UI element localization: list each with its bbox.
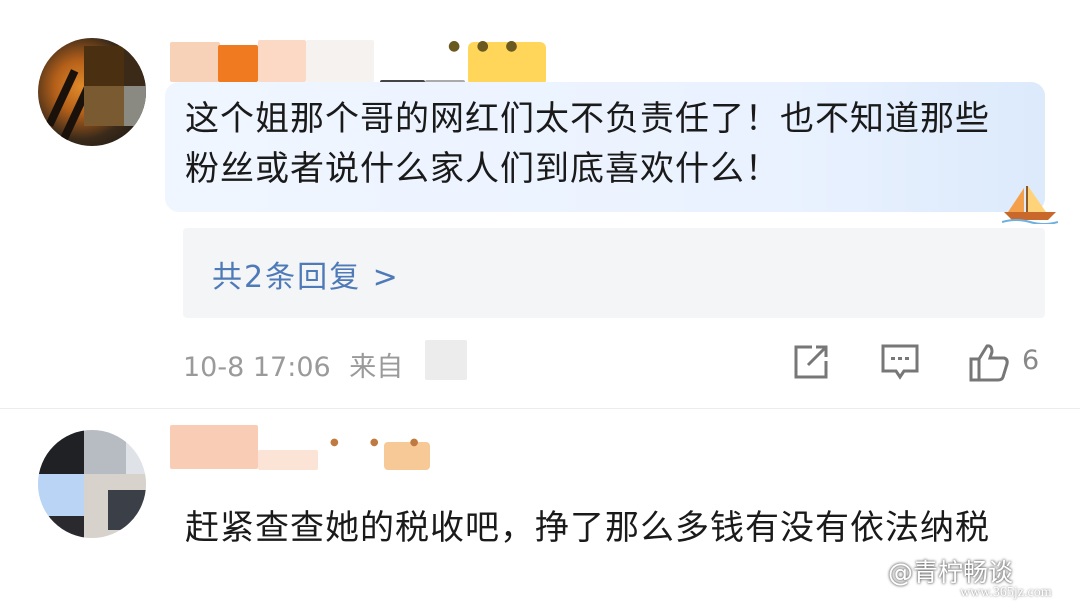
avatar-mosaic (124, 46, 146, 86)
view-replies-link[interactable]: 共2条回复 > (212, 252, 400, 296)
username-redacted (258, 450, 318, 470)
watermark-url: www.365jz.com (960, 585, 1052, 600)
avatar-mosaic (38, 474, 84, 516)
username-redacted[interactable] (170, 425, 258, 469)
sailboat-icon (1002, 186, 1058, 224)
avatar-mosaic (38, 430, 84, 474)
avatar[interactable] (38, 430, 146, 538)
avatar-mosaic (84, 86, 124, 126)
watermark: @青柠畅谈 (888, 558, 1014, 587)
like-count: 6 (1022, 345, 1040, 376)
avatar-mosaic (84, 430, 126, 474)
username-redacted (306, 40, 374, 82)
share-icon[interactable] (792, 343, 830, 381)
timestamp: 10-8 17:06 (183, 352, 331, 383)
comment-meta: 10-8 17:06 来自 (183, 345, 403, 384)
username-redacted (218, 45, 258, 82)
avatar[interactable] (38, 38, 146, 146)
comment-text: 这个姐那个哥的网红们太不负责任了！也不知道那些粉丝或者说什么家人们到底喜欢什么！ (185, 99, 990, 189)
source-redacted (425, 340, 467, 380)
comment-text: 赶紧查查她的税收吧，挣了那么多钱有没有依法纳税 (185, 508, 990, 548)
badge-dots-icon: ● ● ● (330, 437, 433, 448)
comment-icon[interactable] (880, 343, 920, 381)
divider (0, 408, 1080, 409)
avatar-mosaic (84, 46, 124, 86)
badge-dots-icon: ● ● ● (448, 38, 524, 54)
avatar-mosaic (124, 86, 146, 126)
avatar-mosaic (108, 490, 146, 530)
source-label: 来自 (349, 352, 404, 383)
username-redacted (258, 40, 306, 82)
username-redacted[interactable] (170, 42, 220, 82)
like-icon[interactable] (968, 343, 1010, 383)
avatar-mosaic (38, 516, 84, 538)
